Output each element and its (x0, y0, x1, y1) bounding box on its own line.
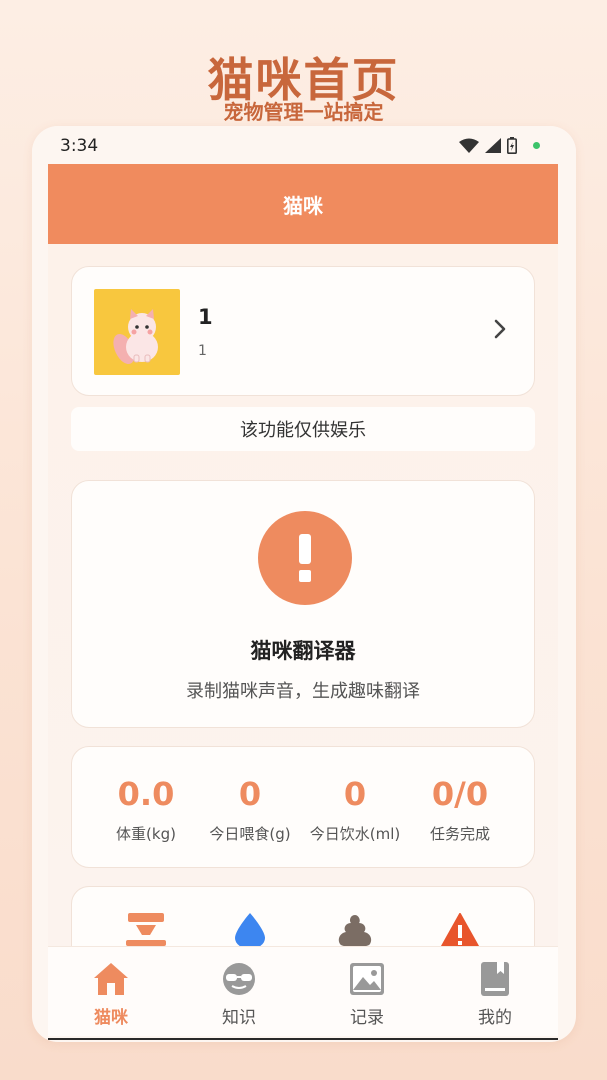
cat-illustration-icon (113, 309, 158, 364)
promo-subtitle: 宠物管理一站搞定 (223, 100, 384, 124)
stat-value: 0.0 (117, 775, 175, 813)
status-icons (459, 137, 540, 154)
stat-label: 今日喂食(g) (209, 825, 291, 843)
pet-subtitle: 1 (198, 343, 207, 359)
book-icon (481, 962, 509, 996)
pet-avatar (94, 289, 180, 375)
glasses-icon (223, 963, 255, 995)
stat-feeding: 0 今日喂食(g) (192, 775, 308, 844)
pet-card[interactable]: 1 1 (71, 266, 535, 396)
tab-label: 猫咪 (94, 1008, 128, 1028)
camera-indicator-icon (533, 142, 540, 149)
phone-frame: 3:34 猫咪 1 1 该功能仅供娱乐 猫咪翻译器 录制猫咪声音，生成趣味翻译 … (32, 126, 576, 1042)
tab-knowledge[interactable]: 知识 (194, 961, 284, 1028)
poop-icon[interactable] (337, 913, 373, 949)
entertainment-notice: 该功能仅供娱乐 (71, 407, 535, 451)
tab-cat[interactable]: 猫咪 (66, 961, 156, 1028)
translator-title: 猫咪翻译器 (250, 639, 356, 663)
home-icon (94, 963, 128, 995)
stat-weight: 0.0 体重(kg) (88, 775, 204, 844)
tab-mine[interactable]: 我的 (450, 961, 540, 1028)
gesture-bar (48, 1038, 558, 1040)
translator-card[interactable]: 猫咪翻译器 录制猫咪声音，生成趣味翻译 (71, 480, 535, 728)
wifi-icon (459, 138, 479, 153)
tab-label: 知识 (222, 1008, 256, 1028)
app-bar: 猫咪 (48, 164, 558, 244)
page-title: 猫咪 (283, 193, 323, 218)
stat-value: 0/0 (431, 775, 489, 813)
main-content[interactable]: 1 1 该功能仅供娱乐 猫咪翻译器 录制猫咪声音，生成趣味翻译 0.0 体重(k… (48, 244, 558, 1006)
image-icon (350, 963, 384, 995)
warning-icon[interactable] (440, 913, 480, 949)
chevron-right-icon[interactable] (494, 319, 506, 339)
stat-label: 今日饮水(ml) (309, 825, 401, 843)
battery-icon (507, 137, 517, 154)
tab-records[interactable]: 记录 (322, 961, 412, 1028)
stat-water: 0 今日饮水(ml) (297, 775, 413, 844)
stat-label: 体重(kg) (116, 825, 176, 843)
water-drop-icon[interactable] (235, 913, 265, 949)
alert-icon (258, 511, 352, 605)
status-time: 3:34 (60, 136, 99, 156)
stat-value: 0 (238, 775, 262, 813)
feeder-icon[interactable] (126, 913, 166, 947)
stat-tasks: 0/0 任务完成 (402, 775, 518, 844)
stats-card: 0.0 体重(kg) 0 今日喂食(g) 0 今日饮水(ml) 0/0 任务完成 (71, 746, 535, 868)
bottom-tab-bar: 猫咪 知识 记录 我的 (48, 946, 558, 1036)
stat-label: 任务完成 (429, 825, 490, 843)
translator-description: 录制猫咪声音，生成趣味翻译 (186, 681, 420, 702)
status-bar: 3:34 (32, 126, 576, 164)
pet-name: 1 (198, 305, 213, 329)
stat-value: 0 (343, 775, 367, 813)
tab-label: 记录 (350, 1008, 384, 1028)
signal-icon (485, 138, 501, 153)
tab-label: 我的 (478, 1008, 512, 1028)
